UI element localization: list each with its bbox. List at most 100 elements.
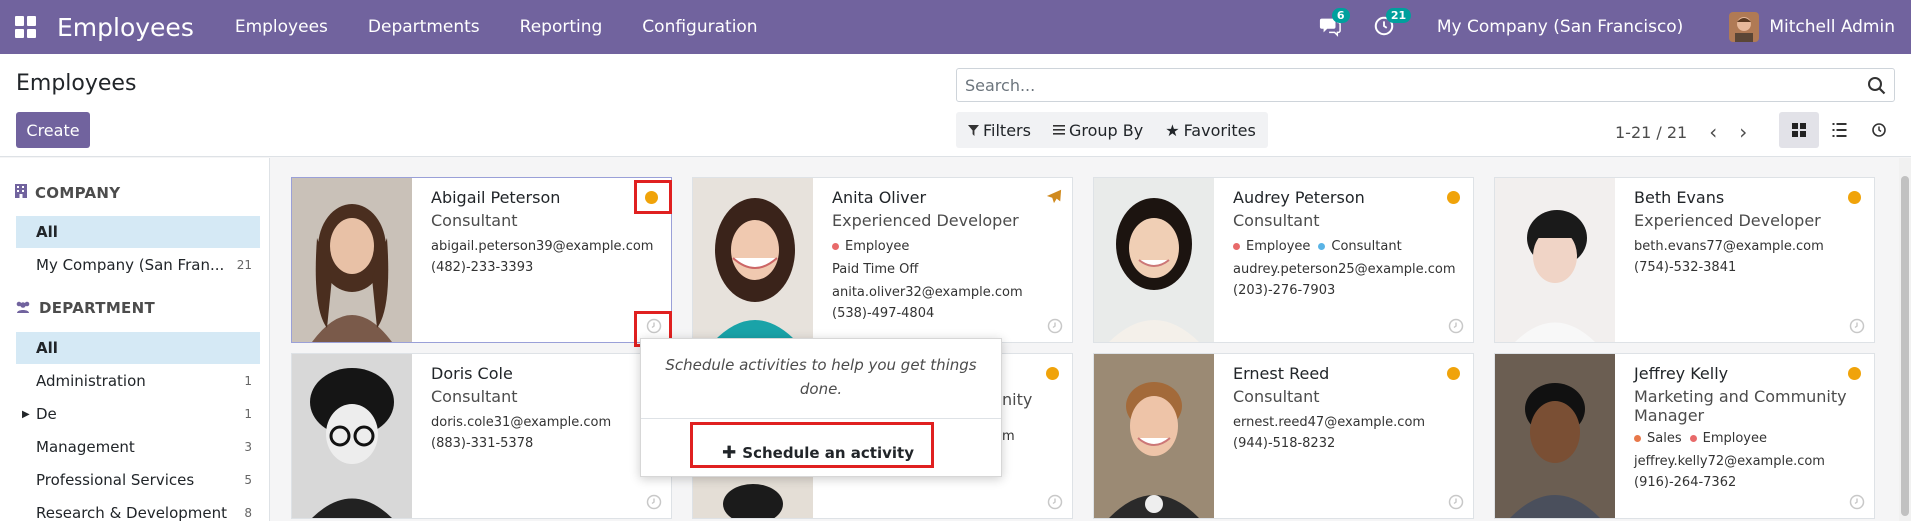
department-filter-all[interactable]: All	[16, 332, 260, 364]
menu-configuration[interactable]: Configuration	[642, 17, 757, 37]
navbar-right: 6 21 My Company (San Francisco) Mitchell…	[1319, 0, 1911, 54]
app-brand[interactable]: Employees	[57, 13, 194, 42]
menu-departments[interactable]: Departments	[368, 17, 480, 37]
employee-card[interactable]: Beth Evans Experienced Developer beth.ev…	[1494, 177, 1875, 343]
tag-employee: Employee	[1233, 239, 1310, 254]
employee-phone: (883)-331-5378	[431, 436, 534, 451]
employee-job-line2: Manager	[1634, 406, 1705, 425]
employee-card[interactable]: Anita Oliver Experienced Developer Emplo…	[692, 177, 1073, 343]
activity-view-icon[interactable]	[1859, 112, 1899, 148]
scrollbar-thumb[interactable]	[1901, 176, 1909, 516]
employee-phone: (203)-276-7903	[1233, 283, 1336, 298]
employee-name: Audrey Peterson	[1233, 188, 1365, 207]
list-view-icon[interactable]	[1819, 112, 1859, 148]
pager-value[interactable]: 1-21 / 21	[1615, 123, 1687, 142]
activity-clock-icon[interactable]	[1047, 318, 1063, 334]
employee-phone: (482)-233-3393	[431, 260, 534, 275]
presence-status-icon	[1447, 367, 1460, 380]
pager-previous-icon[interactable]: ‹	[1709, 120, 1717, 144]
employee-card[interactable]: Jeffrey Kelly Marketing and Community Ma…	[1494, 353, 1875, 519]
department-filter-administration[interactable]: Administration 1	[16, 365, 260, 397]
employee-tags: Employee	[832, 239, 1062, 254]
activity-clock-icon[interactable]	[1849, 494, 1865, 510]
department-filter-research-development[interactable]: Research & Development 8	[16, 497, 260, 521]
company-filter-my-company[interactable]: My Company (San Fran... 21	[16, 249, 260, 281]
company-filter-all[interactable]: All	[16, 216, 260, 248]
user-avatar[interactable]	[1729, 12, 1760, 42]
main-menu: Employees Departments Reporting Configur…	[235, 17, 758, 37]
create-button[interactable]: Create	[16, 112, 90, 148]
employee-email: beth.evans77@example.com	[1634, 239, 1824, 254]
menu-employees[interactable]: Employees	[235, 17, 328, 37]
employee-name: Abigail Peterson	[431, 188, 561, 207]
popover-hint: Schedule activities to help you get thin…	[665, 356, 977, 398]
employee-name: Doris Cole	[431, 364, 513, 383]
company-section-header: COMPANY	[15, 184, 120, 202]
employee-phone: (538)-497-4804	[832, 306, 935, 321]
search-icon[interactable]	[1866, 75, 1888, 97]
employee-phone: (754)-532-3841	[1634, 260, 1737, 275]
employee-photo	[1495, 178, 1615, 342]
activities-clock-icon[interactable]: 21	[1373, 8, 1412, 39]
control-panel: Employees Create Filters Group By ★ Favo…	[0, 54, 1911, 157]
employee-status-text: Paid Time Off	[832, 262, 919, 277]
employee-photo	[1495, 354, 1615, 518]
highlight-status-box	[634, 180, 672, 214]
employee-email: audrey.peterson25@example.com	[1233, 262, 1456, 277]
department-filter-de[interactable]: ▶ De 1	[16, 398, 260, 430]
favorites-dropdown[interactable]: ★ Favorites	[1165, 121, 1256, 140]
kanban-scrollbar[interactable]	[1899, 158, 1911, 521]
presence-status-icon	[1447, 191, 1460, 204]
users-icon	[15, 299, 31, 317]
employee-job: Consultant	[1233, 387, 1320, 406]
employee-email: abigail.peterson39@example.com	[431, 239, 654, 254]
activity-clock-icon[interactable]	[1047, 494, 1063, 510]
activity-clock-icon[interactable]	[646, 494, 662, 510]
airplane-icon	[1046, 188, 1064, 206]
department-filter-professional-services[interactable]: Professional Services 5	[16, 464, 260, 496]
employee-phone: (944)-518-8232	[1233, 436, 1336, 451]
filters-dropdown[interactable]: Filters	[968, 121, 1031, 140]
employee-job: Consultant	[431, 387, 518, 406]
apps-grid-icon[interactable]	[15, 16, 37, 38]
employee-card[interactable]: Audrey Peterson Consultant Employee Cons…	[1093, 177, 1474, 343]
employee-card[interactable]: Abigail Peterson Consultant abigail.pete…	[291, 177, 672, 343]
company-switcher[interactable]: My Company (San Francisco)	[1437, 17, 1683, 37]
employee-name: Beth Evans	[1634, 188, 1725, 207]
top-navbar: Employees Employees Departments Reportin…	[0, 0, 1911, 54]
employee-job: Experienced Developer	[832, 211, 1019, 230]
search-panel-sidebar: COMPANY All My Company (San Fran... 21 D…	[0, 158, 270, 521]
search-input[interactable]	[957, 69, 1837, 101]
employee-card[interactable]: Doris Cole Consultant doris.cole31@examp…	[291, 353, 672, 519]
department-filter-management[interactable]: Management 3	[16, 431, 260, 463]
search-box	[956, 68, 1895, 102]
popover-divider	[641, 418, 1001, 419]
messages-icon[interactable]: 6	[1319, 8, 1350, 39]
employee-email: ernest.reed47@example.com	[1233, 415, 1426, 430]
department-section-header: DEPARTMENT	[15, 299, 155, 317]
caret-right-icon[interactable]: ▶	[22, 409, 30, 420]
employee-photo	[292, 354, 412, 518]
pager: 1-21 / 21 ‹ ›	[1615, 120, 1747, 144]
activity-clock-icon[interactable]	[1849, 318, 1865, 334]
filter-funnel-icon	[968, 121, 979, 140]
view-switcher	[1779, 112, 1899, 148]
activity-clock-icon[interactable]	[1448, 318, 1464, 334]
filter-bar: Filters Group By ★ Favorites	[956, 112, 1268, 148]
presence-status-icon	[1848, 367, 1861, 380]
star-icon: ★	[1165, 120, 1180, 140]
messages-badge: 6	[1331, 8, 1350, 23]
employee-name: Anita Oliver	[832, 188, 927, 207]
employee-job: Consultant	[1233, 211, 1320, 230]
activity-clock-icon[interactable]	[1448, 494, 1464, 510]
employee-name: Ernest Reed	[1233, 364, 1330, 383]
menu-reporting[interactable]: Reporting	[520, 17, 603, 37]
page-title: Employees	[16, 71, 137, 96]
user-menu[interactable]: Mitchell Admin	[1769, 17, 1895, 37]
pager-next-icon[interactable]: ›	[1739, 120, 1747, 144]
activities-badge: 21	[1385, 8, 1412, 23]
groupby-dropdown[interactable]: Group By	[1052, 121, 1143, 140]
employee-job: Consultant	[431, 211, 518, 230]
employee-card[interactable]: Ernest Reed Consultant ernest.reed47@exa…	[1093, 353, 1474, 519]
kanban-view-icon[interactable]	[1779, 112, 1819, 148]
